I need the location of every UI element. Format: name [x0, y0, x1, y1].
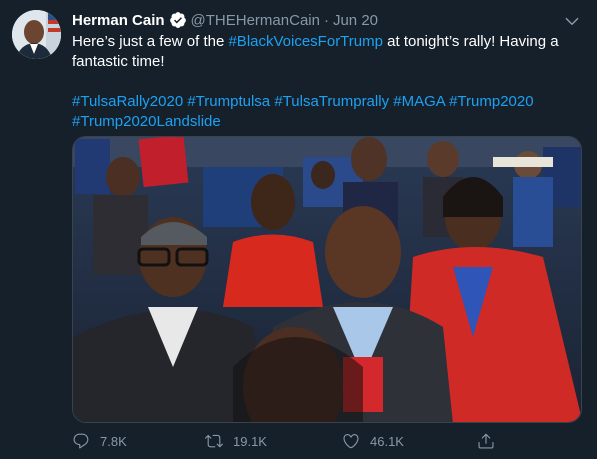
avatar[interactable] — [12, 10, 61, 59]
reply-count: 7.8K — [100, 433, 127, 449]
author-name[interactable]: Herman Cain — [72, 12, 165, 29]
like-button[interactable]: 46.1K — [342, 432, 404, 450]
reply-button[interactable]: 7.8K — [72, 432, 127, 450]
retweet-button[interactable]: 19.1K — [205, 432, 267, 450]
tweet[interactable]: Herman Cain @THEHermanCain · Jun 20 Here… — [0, 0, 597, 459]
verified-badge-icon — [169, 11, 187, 29]
share-icon — [478, 433, 494, 449]
chevron-down-icon[interactable] — [563, 12, 581, 30]
text-before: Here’s just a few of the — [72, 33, 229, 50]
author-handle[interactable]: @THEHermanCain — [191, 12, 320, 29]
tweet-date[interactable]: Jun 20 — [333, 12, 378, 29]
tweet-photo[interactable] — [72, 136, 582, 423]
reply-icon — [73, 433, 89, 449]
hashtags-line-2[interactable]: #Trump2020Landslide — [72, 112, 572, 132]
retweet-icon — [205, 434, 223, 448]
like-count: 46.1K — [370, 433, 404, 449]
heart-icon — [343, 434, 359, 449]
separator-dot: · — [323, 11, 329, 29]
share-button[interactable] — [477, 432, 505, 450]
tweet-header: Herman Cain @THEHermanCain · Jun 20 — [72, 10, 378, 30]
tweet-text: Here’s just a few of the #BlackVoicesFor… — [72, 32, 572, 132]
hashtags-line-1[interactable]: #TulsaRally2020 #Trumptulsa #TulsaTrumpr… — [72, 92, 572, 112]
hashtag-link[interactable]: #BlackVoicesForTrump — [228, 33, 383, 50]
retweet-count: 19.1K — [233, 433, 267, 449]
tweet-actions: 7.8K 19.1K 46.1K — [72, 428, 522, 454]
tweet-text-main: Here’s just a few of the #BlackVoicesFor… — [72, 32, 572, 72]
